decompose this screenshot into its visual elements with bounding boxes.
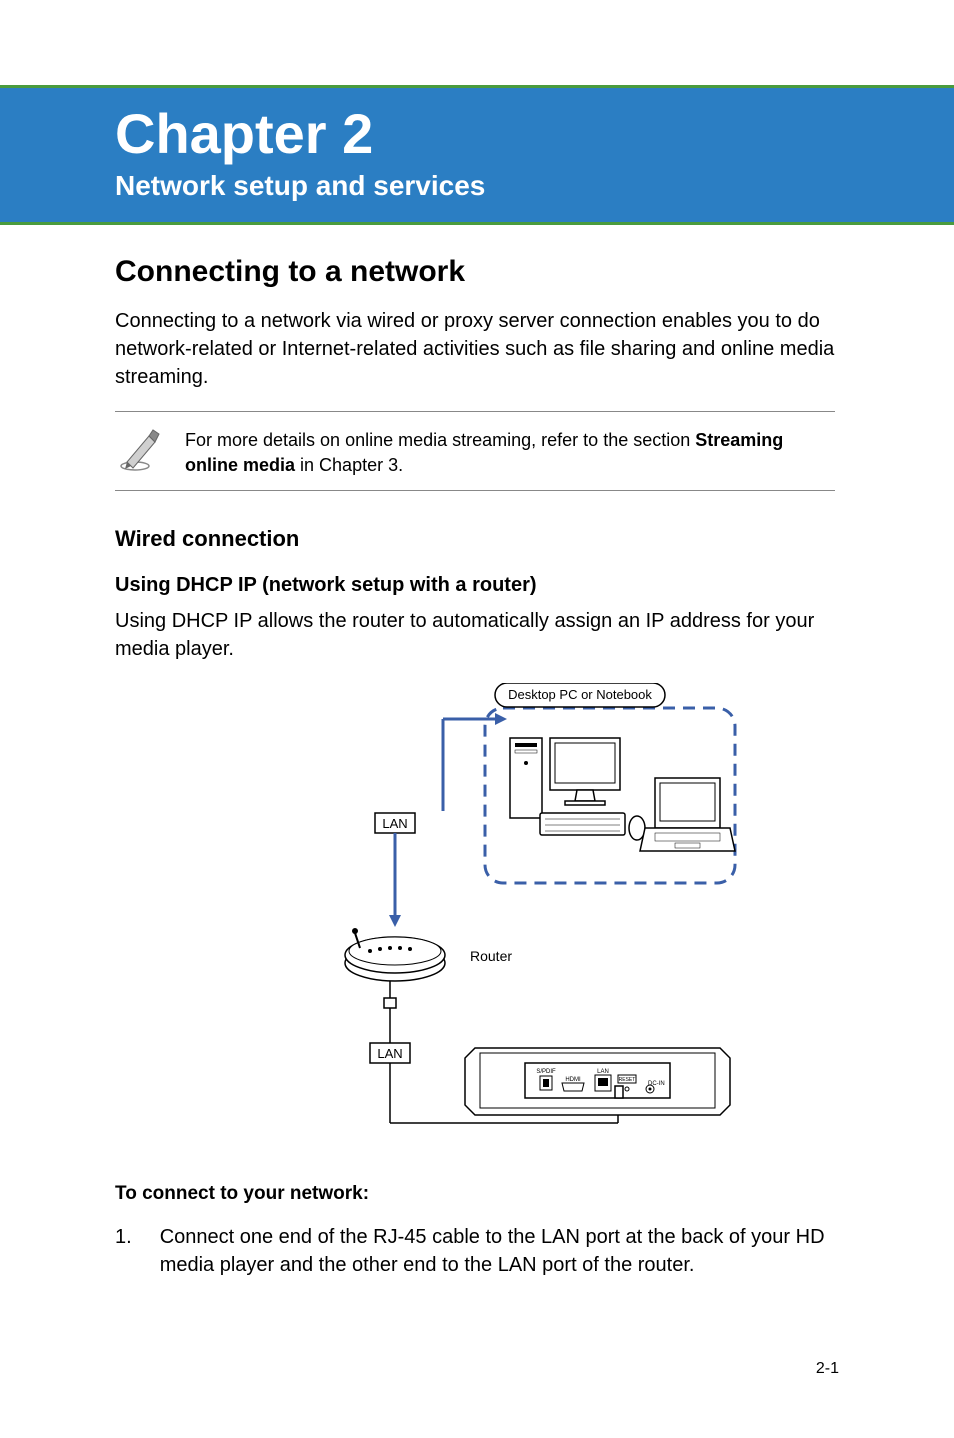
note-suffix: in Chapter 3. [295, 455, 403, 475]
note-text: For more details on online media streami… [185, 424, 835, 478]
diagram-container: Desktop PC or Notebook [115, 683, 835, 1143]
subsection-heading: Wired connection [115, 526, 835, 552]
main-content: Connecting to a network Connecting to a … [115, 255, 835, 1279]
pencil-icon [115, 424, 165, 474]
port-spdif: S/PDIF [536, 1069, 556, 1075]
chapter-subtitle: Network setup and services [115, 170, 954, 202]
subsubsection-heading: Using DHCP IP (network setup with a rout… [115, 574, 835, 597]
chapter-header: Chapter 2 Network setup and services [0, 85, 954, 225]
step-text: Connect one end of the RJ-45 cable to th… [160, 1223, 835, 1279]
diagram-label-lan1: LAN [382, 816, 407, 831]
step-number: 1. [115, 1223, 132, 1279]
note-prefix: For more details on online media streami… [185, 430, 695, 450]
network-diagram: Desktop PC or Notebook [195, 683, 755, 1143]
port-lan: LAN [597, 1069, 609, 1075]
section-intro: Connecting to a network via wired or pro… [115, 307, 835, 391]
diagram-label-desktop: Desktop PC or Notebook [508, 687, 652, 702]
instruction-heading: To connect to your network: [115, 1183, 835, 1205]
port-hdmi: HDMI [565, 1077, 581, 1083]
diagram-label-lan2: LAN [377, 1046, 402, 1061]
chapter-title: Chapter 2 [115, 106, 954, 162]
page-number: 2-1 [816, 1360, 839, 1378]
instruction-step-1: 1. Connect one end of the RJ-45 cable to… [115, 1223, 835, 1279]
diagram-label-router: Router [470, 948, 512, 964]
note-box: For more details on online media streami… [115, 411, 835, 491]
section-heading: Connecting to a network [115, 255, 835, 289]
subsubsection-body: Using DHCP IP allows the router to autom… [115, 607, 835, 663]
port-reset: RESET [619, 1077, 636, 1083]
